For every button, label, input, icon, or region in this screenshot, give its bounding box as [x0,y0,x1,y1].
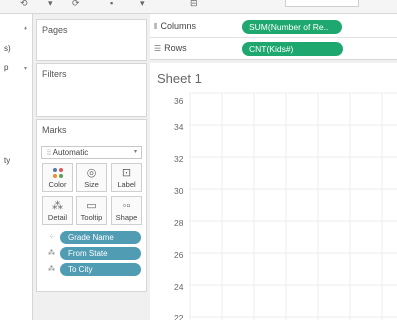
field-fragment[interactable]: s) [4,44,11,53]
shape-button[interactable]: ◦▫ Shape [111,196,142,225]
detail-button[interactable]: ⁂ Detail [42,196,73,225]
collapse-icon[interactable]: ♦ [24,26,27,32]
mark-type-icon: ⁞⁞ [47,150,51,157]
color-icon [52,168,63,178]
filters-shelf[interactable]: Filters [36,63,147,117]
tooltip-icon: ▭ [86,200,97,212]
shape-icon: ◦▫ [122,200,131,212]
field-fragment[interactable]: p [4,63,8,72]
field-fragment[interactable]: ty [4,156,10,165]
rows-shelf-label: ☰ Rows [154,43,187,53]
field-pill-to-city[interactable]: To City [60,263,141,276]
shape-label: Shape [115,213,138,222]
label-button[interactable]: ⊡ Label [111,163,142,192]
marks-title: Marks [42,125,67,135]
columns-pill[interactable]: SUM(Number of Re.. [242,20,342,34]
chevron-down-icon: ▾ [133,149,137,155]
y-tick-label: 22 [174,313,184,320]
y-tick-label: 32 [174,154,184,164]
pages-shelf[interactable]: Pages [36,19,147,61]
field-pill-from-state[interactable]: From State [60,247,141,260]
columns-icon: ⦀ [154,22,158,31]
top-toolbar: ⟲ ▾ ⟳ ▪ ▾ ⊟ [0,0,397,14]
color-button[interactable]: Color [42,163,73,192]
color-label: Color [48,180,67,189]
columns-shelf-label: ⦀ Columns [154,21,197,31]
pages-title: Pages [42,25,68,35]
label-label: Label [117,180,136,189]
detail-label: Detail [47,213,68,222]
tooltip-button[interactable]: ▭ Tooltip [76,196,107,225]
view-size-select[interactable] [285,0,359,7]
color-encoding-icon: ⁘ [48,234,55,241]
rows-shelf[interactable]: ☰ Rows CNT(Kids#) [150,38,397,60]
rows-pill[interactable]: CNT(Kids#) [242,42,343,56]
toolbar-icon[interactable]: ▾ [140,0,145,9]
toolbar-icon[interactable]: ▾ [48,0,53,9]
plot-grid [189,92,397,320]
mark-type-select[interactable]: ⁞⁞ Automatic ▾ [41,146,142,159]
size-icon: ◎ [86,167,97,179]
dropdown-icon[interactable]: ▾ [24,65,27,72]
field-pill-grade-name[interactable]: Grade Name [60,231,141,244]
y-tick-label: 34 [174,122,184,132]
columns-shelf[interactable]: ⦀ Columns SUM(Number of Re.. [150,16,397,38]
y-tick-label: 28 [174,218,184,228]
marks-card: Marks ⁞⁞ Automatic ▾ Color ◎ Size ⊡ Labe… [36,119,147,292]
y-tick-label: 30 [174,186,184,196]
view-canvas[interactable]: Sheet 1 36 34 32 30 28 26 24 22 [150,63,397,320]
size-button[interactable]: ◎ Size [76,163,107,192]
detail-encoding-icon: ⁂ [48,266,55,273]
y-tick-label: 36 [174,96,184,106]
y-tick-label: 26 [174,250,184,260]
size-label: Size [84,180,99,189]
detail-icon: ⁂ [52,200,63,212]
y-tick-label: 24 [174,282,184,292]
tooltip-label: Tooltip [80,213,103,222]
data-pane: ♦ s) p ▾ ty [0,14,33,320]
redo-icon[interactable]: ⟳ [72,0,80,9]
shelves: ⦀ Columns SUM(Number of Re.. ☰ Rows CNT(Ki… [150,14,397,60]
mark-type-value: Automatic [52,148,89,157]
toolbar-icon[interactable]: ▪ [110,0,113,8]
detail-encoding-icon: ⁂ [48,250,55,257]
undo-icon[interactable]: ⟲ [20,0,28,9]
rows-icon: ☰ [154,44,162,53]
label-icon: ⊡ [121,167,132,179]
filters-title: Filters [42,69,67,79]
toolbar-icon[interactable]: ⊟ [190,0,198,9]
